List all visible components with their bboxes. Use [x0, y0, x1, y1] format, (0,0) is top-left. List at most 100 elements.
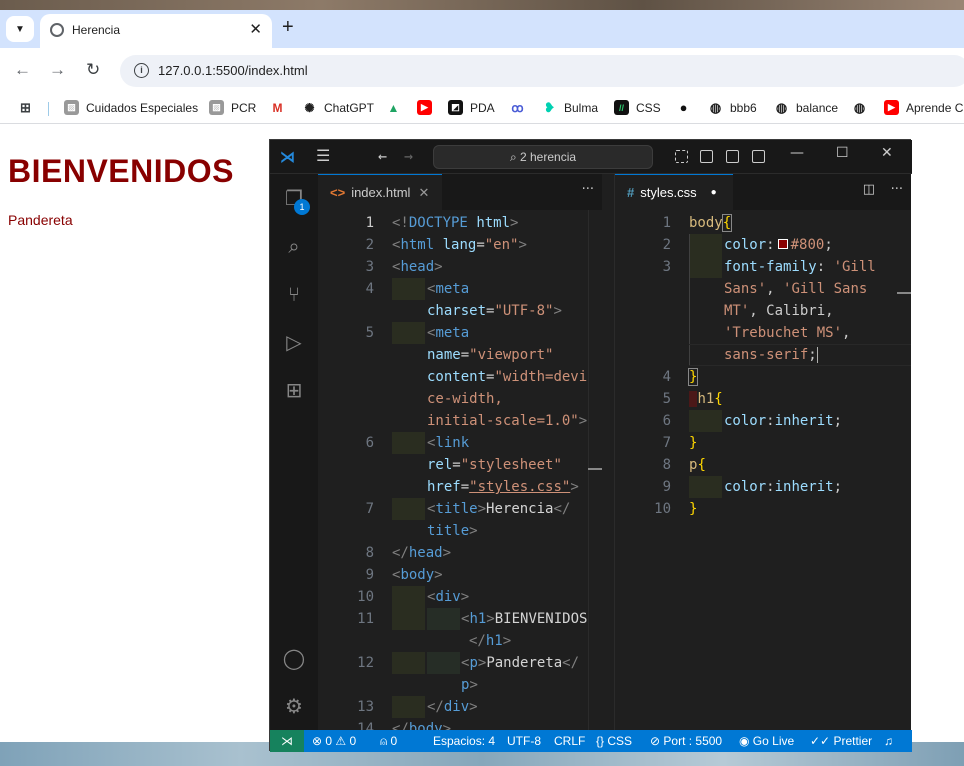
bulma-icon: ❥: [542, 100, 557, 115]
maximize-icon[interactable]: ☐: [836, 145, 849, 161]
html-file-icon: <>: [330, 185, 346, 200]
source-control-icon[interactable]: ⑂: [282, 282, 306, 306]
scrollbar[interactable]: [588, 210, 602, 730]
activity-bar: ❐ 1 ⌕ ⑂ ▷ ⊞ ◯ ⚙: [270, 174, 318, 730]
bookmark-cuidados[interactable]: ▨ Cuidados Especiales: [64, 100, 198, 115]
vscode-titlebar: ⋊ ☰ ← → ⌕ 2 herencia — ☐ ✕: [270, 140, 912, 174]
forward-icon[interactable]: →: [404, 147, 413, 165]
explorer-badge: 1: [294, 199, 310, 215]
live-server-port[interactable]: ⊘ Port : 5500: [650, 734, 722, 748]
language-mode[interactable]: {} CSS: [596, 734, 632, 748]
editor-group-css[interactable]: # styles.css ● ◫ ··· 1 body{ 2 color: #800;…: [615, 174, 911, 730]
editor-group-html[interactable]: <> index.html ✕ ··· 1 <!DOCTYPE html> 2 <h…: [318, 174, 602, 730]
customize-layout-icon[interactable]: [675, 150, 688, 163]
bookmark-globe[interactable]: ◍: [852, 100, 874, 115]
close-icon[interactable]: ✕: [418, 185, 429, 201]
browser-toolbar: ← → ↻ i 127.0.0.1:5500/index.html: [0, 48, 964, 94]
editor-tabstrip: # styles.css ● ◫ ···: [615, 174, 911, 210]
settings-gear-icon[interactable]: ⚙: [282, 694, 306, 718]
toggle-sidebar-icon[interactable]: [700, 150, 713, 163]
globe-icon: ◍: [852, 99, 867, 115]
pda-icon: ◩: [448, 100, 463, 115]
bookmark-balance[interactable]: ◍ balance: [774, 100, 838, 115]
bookmark-blue[interactable]: ꝏ: [510, 100, 532, 115]
minimize-icon[interactable]: —: [790, 145, 804, 161]
vscode-window: ⋊ ☰ ← → ⌕ 2 herencia — ☐ ✕ ❐ 1 ⌕ ⑂ ▷ ⊞ ◯…: [269, 139, 912, 752]
search-icon: ⌕: [509, 150, 520, 164]
ports-indicator[interactable]: ⍝ 0: [380, 734, 397, 749]
tab-bar: ▼ Herencia ✕ +: [0, 10, 964, 48]
bookmark-pda[interactable]: ◩ PDA: [448, 100, 495, 115]
drive-icon: ▲: [386, 100, 401, 115]
status-bar: ⋊ ⊗ 0 ⚠ 0 ⍝ 0 Espacios: 4 UTF-8 CRLF {} …: [270, 730, 912, 752]
bookmark-drive[interactable]: ▲: [386, 100, 408, 115]
run-debug-icon[interactable]: ▷: [282, 330, 306, 354]
bookmark-icon: ▨: [64, 100, 79, 115]
prettier-status[interactable]: ✓✓ Prettier: [810, 734, 872, 748]
bookmark-gmail[interactable]: M: [270, 100, 292, 115]
vscode-logo-icon: ⋊: [280, 148, 295, 166]
desktop-wallpaper-top: [0, 0, 964, 10]
close-icon[interactable]: ✕: [881, 145, 893, 161]
tab-title: Herencia: [72, 23, 121, 37]
divider: [48, 102, 49, 116]
problems-indicator[interactable]: ⊗ 0 ⚠ 0: [312, 734, 356, 748]
gmail-icon: M: [270, 100, 285, 115]
more-actions-icon[interactable]: ···: [891, 182, 903, 197]
scrollbar-thumb[interactable]: [897, 292, 911, 294]
youtube-icon: ▶: [884, 100, 899, 115]
indentation-indicator[interactable]: Espacios: 4: [433, 734, 495, 748]
info-icon[interactable]: i: [134, 63, 149, 78]
url-text: 127.0.0.1:5500/index.html: [158, 63, 308, 78]
browser-tab[interactable]: Herencia ✕: [40, 14, 272, 48]
search-icon[interactable]: ⌕: [282, 234, 306, 258]
chatgpt-icon: ✺: [302, 100, 317, 115]
command-center-search[interactable]: ⌕ 2 herencia: [433, 145, 653, 169]
page-heading: BIENVENIDOS: [8, 153, 234, 189]
forward-icon[interactable]: →: [49, 60, 66, 80]
unsaved-dot-icon[interactable]: ●: [711, 187, 717, 198]
toggle-panel-icon[interactable]: [726, 150, 739, 163]
globe-icon: [50, 23, 64, 37]
tab-index-html[interactable]: <> index.html ✕: [318, 174, 442, 210]
scrollbar-thumb[interactable]: [588, 468, 602, 470]
bookmark-github[interactable]: ●: [676, 100, 698, 115]
encoding-indicator[interactable]: UTF-8: [507, 734, 541, 748]
css-file-icon: #: [627, 185, 635, 200]
hamburger-menu-icon[interactable]: ☰: [316, 146, 330, 165]
github-icon: ●: [676, 100, 691, 115]
bookmark-bulma[interactable]: ❥ Bulma: [542, 100, 598, 115]
more-actions-icon[interactable]: ···: [582, 182, 594, 197]
split-editor-icon[interactable]: ◫: [863, 182, 875, 197]
page-paragraph: Pandereta: [8, 212, 73, 228]
reload-icon[interactable]: ↻: [86, 60, 100, 80]
bookmark-pcr[interactable]: ▨ PCR: [209, 100, 256, 115]
close-icon[interactable]: ✕: [249, 20, 262, 38]
bookmark-icon: ▨: [209, 100, 224, 115]
bookmark-aprende[interactable]: ▶ Aprende C: [884, 100, 963, 115]
bookmark-bbb6[interactable]: ◍ bbb6: [708, 100, 757, 115]
go-live-button[interactable]: ◉ Go Live: [739, 734, 794, 748]
tab-search-button[interactable]: ▼: [6, 16, 34, 42]
bookmark-icon: ꝏ: [510, 100, 525, 115]
address-bar[interactable]: i 127.0.0.1:5500/index.html: [120, 55, 964, 87]
globe-icon: ◍: [774, 99, 789, 115]
toggle-secondary-sidebar-icon[interactable]: [752, 150, 765, 163]
new-tab-button[interactable]: +: [282, 16, 294, 39]
bookmark-youtube[interactable]: ▶: [417, 100, 439, 115]
bookmarks-bar: ⊞ ▨ Cuidados Especiales ▨ PCR M ✺ ChatGPT ▲…: [0, 94, 964, 124]
extensions-icon[interactable]: ⊞: [282, 378, 306, 402]
eol-indicator[interactable]: CRLF: [554, 734, 585, 748]
tab-styles-css[interactable]: # styles.css ●: [615, 174, 733, 210]
account-icon[interactable]: ◯: [282, 646, 306, 670]
apps-icon[interactable]: ⊞: [18, 100, 40, 115]
bookmark-css[interactable]: //CSS: [614, 100, 661, 115]
css-icon: //: [614, 100, 629, 115]
back-icon[interactable]: ←: [14, 60, 31, 80]
editor-tabstrip: <> index.html ✕ ···: [318, 174, 602, 210]
globe-icon: ◍: [708, 99, 723, 115]
remote-indicator-icon[interactable]: ⋊: [270, 730, 304, 752]
notifications-bell-icon[interactable]: ♫: [884, 734, 893, 748]
back-icon[interactable]: ←: [378, 147, 387, 165]
bookmark-chatgpt[interactable]: ✺ ChatGPT: [302, 100, 374, 115]
